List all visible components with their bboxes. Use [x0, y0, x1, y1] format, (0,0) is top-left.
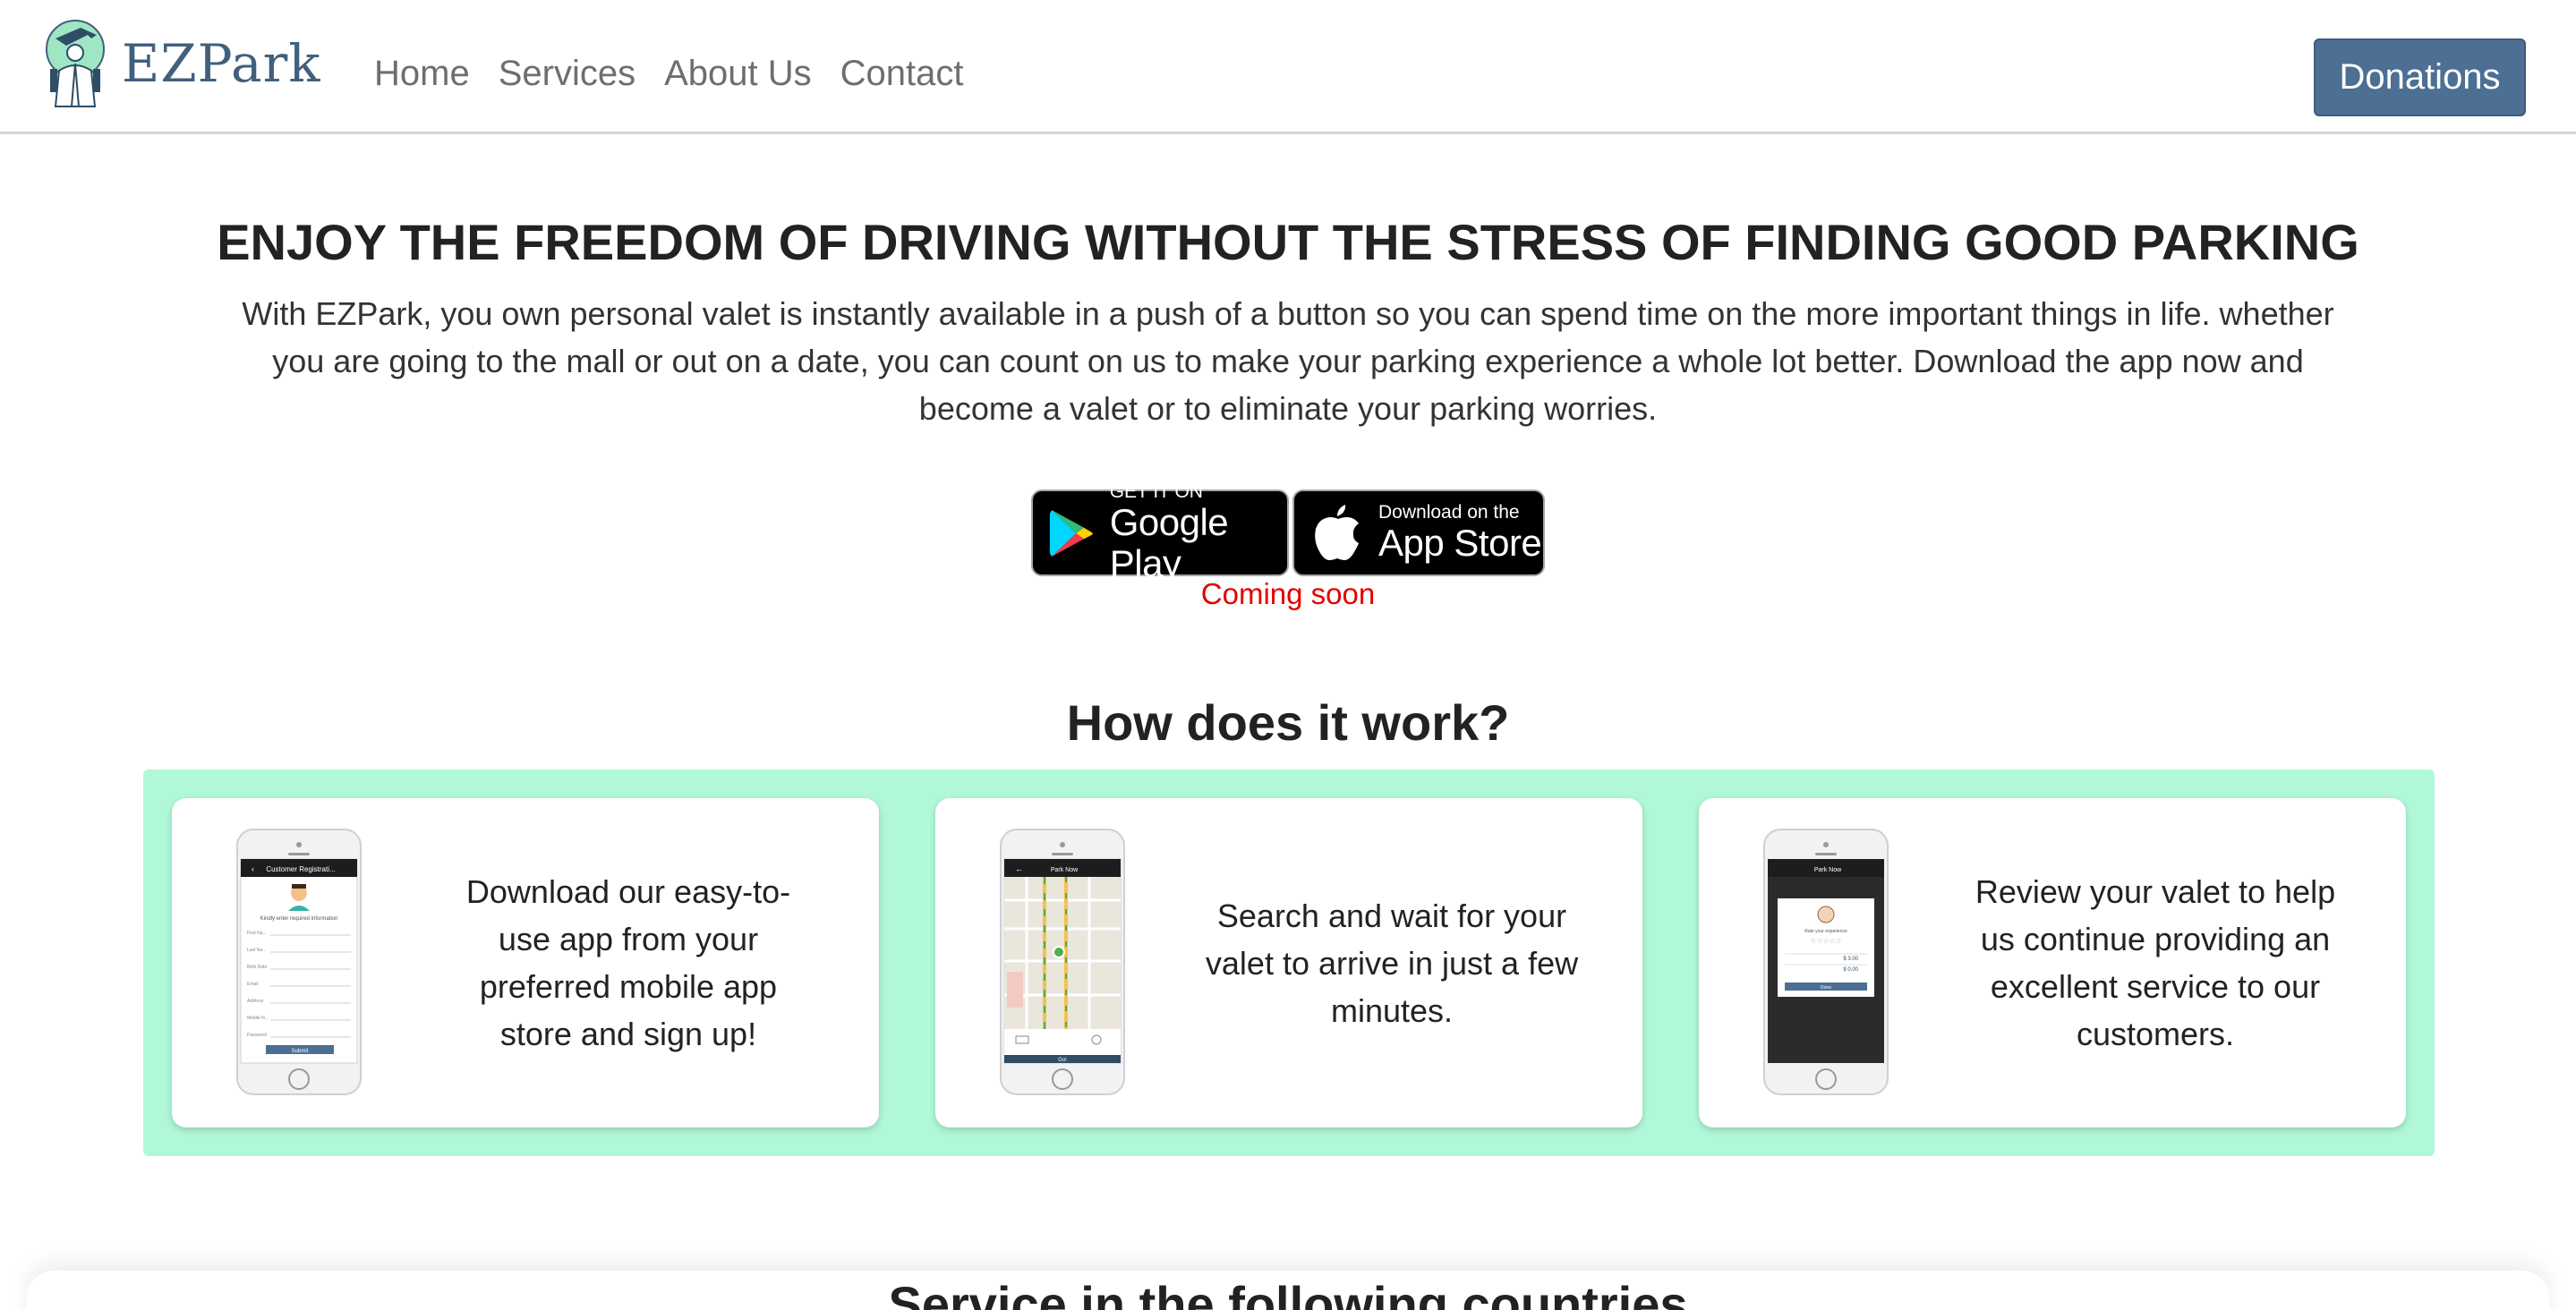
- step-1-text: Download our easy-to-use app from your p…: [465, 873, 791, 1052]
- step-card-search: ← Park Now Go! Search and wait for your …: [935, 798, 1642, 1127]
- store-badges: GET IT ON Google Play Download on the Ap…: [1031, 481, 1545, 583]
- apple-icon: [1315, 504, 1359, 560]
- google-play-icon: [1049, 509, 1093, 557]
- google-play-small-text: GET IT ON: [1109, 481, 1203, 502]
- how-it-works-panel: ‹ Customer Registrati... Kindly enter re…: [143, 770, 2435, 1156]
- app-store-badge[interactable]: Download on the App Store: [1292, 489, 1545, 576]
- phone-2-header: Park Now: [1051, 867, 1079, 873]
- google-play-badge[interactable]: GET IT ON Google Play: [1031, 481, 1289, 583]
- nav-about-us[interactable]: About Us: [664, 54, 812, 94]
- nav-home[interactable]: Home: [374, 54, 470, 94]
- step-card-signup: ‹ Customer Registrati... Kindly enter re…: [172, 798, 879, 1127]
- svg-text:Address: Address: [247, 999, 264, 1004]
- svg-text:Email: Email: [247, 982, 259, 987]
- svg-text:Submit: Submit: [292, 1049, 309, 1054]
- phone-map-image: ← Park Now Go!: [1000, 829, 1125, 1095]
- svg-text:Done: Done: [1821, 985, 1831, 991]
- coming-soon-label: Coming soon: [1200, 577, 1376, 610]
- step-card-review: Park Now Rate your experience ☆☆☆☆☆ $ 3.…: [1699, 798, 2406, 1127]
- donations-button[interactable]: Donations: [2314, 38, 2526, 116]
- phone-3-header: Park Now: [1814, 867, 1842, 873]
- navbar: EZPark Home Services About Us Contact Do…: [0, 0, 2576, 134]
- how-it-works-title: How does it work?: [1066, 694, 1510, 751]
- google-play-big-text: Google Play: [1109, 500, 1229, 584]
- svg-text:☆☆☆☆☆: ☆☆☆☆☆: [1810, 937, 1842, 945]
- svg-text:Mobile N...: Mobile N...: [247, 1016, 269, 1021]
- hero-title: ENJOY THE FREEDOM OF DRIVING WITHOUT THE…: [217, 214, 2359, 270]
- svg-text:‹: ‹: [252, 864, 254, 873]
- svg-text:Go!: Go!: [1058, 1058, 1067, 1063]
- hero-description: With EZPark, you own personal valet is i…: [242, 295, 2334, 427]
- svg-text:$ 0.00: $ 0.00: [1843, 967, 1858, 973]
- phone-review-image: Park Now Rate your experience ☆☆☆☆☆ $ 3.…: [1763, 829, 1889, 1095]
- countries-title: Service in the following countries: [888, 1276, 1688, 1310]
- svg-text:Last Na...: Last Na...: [247, 948, 266, 953]
- valet-logo-icon: [46, 20, 105, 107]
- phone-1-header: Customer Registrati...: [266, 865, 335, 873]
- svg-text:Password: Password: [247, 1033, 267, 1038]
- step-2-text: Search and wait for your valet to arrive…: [1205, 897, 1579, 1029]
- phone-registration-image: ‹ Customer Registrati... Kindly enter re…: [236, 829, 362, 1095]
- main-nav: Home Services About Us Contact: [374, 54, 992, 94]
- app-store-small-text: Download on the: [1378, 501, 1520, 523]
- svg-text:First Na...: First Na...: [247, 931, 267, 936]
- svg-text:$ 3.00: $ 3.00: [1843, 957, 1858, 962]
- brand-link[interactable]: EZPark: [45, 14, 321, 113]
- svg-text:←: ←: [1015, 864, 1023, 873]
- nav-contact[interactable]: Contact: [840, 54, 964, 94]
- app-store-big-text: App Store: [1378, 521, 1542, 564]
- phone-1-subtitle: Kindly enter required information: [260, 916, 338, 922]
- step-3-text: Review your valet to help us continue pr…: [1975, 873, 2336, 1052]
- nav-services[interactable]: Services: [499, 54, 635, 94]
- svg-text:Birth Date: Birth Date: [247, 965, 267, 970]
- brand-name: EZPark: [122, 33, 321, 94]
- svg-text:Rate your experience: Rate your experience: [1804, 929, 1847, 934]
